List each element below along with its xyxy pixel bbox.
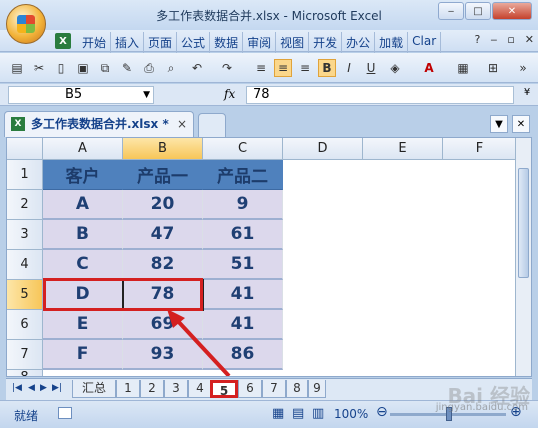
tab-list-icon[interactable]: ▼ (490, 115, 508, 133)
close-button[interactable]: ✕ (492, 2, 532, 20)
page-layout-icon[interactable]: ▤ (292, 406, 304, 421)
menu-page[interactable]: 页面 (144, 32, 178, 53)
menu-addins[interactable]: 加载 (375, 32, 409, 53)
name-box-value: B5 (65, 87, 83, 102)
quick-toolbar: ▤ ✂ ▯ ▣ ⧉ ✎ ⎙ ⌕ ↶ ↷ ≡ ≡ ≡ B I U ◈ A ▦ ⊞ … (0, 53, 538, 83)
title-bar: 多工作表数据合并.xlsx - Microsoft Excel ‒ □ ✕ (0, 0, 538, 30)
borders-icon[interactable]: ▦ (454, 59, 472, 77)
expand-formula-icon[interactable]: ¥ (520, 87, 534, 103)
save-icon[interactable]: ▣ (74, 59, 92, 77)
minimize-button[interactable]: ‒ (438, 2, 464, 20)
help-icon[interactable]: ? (474, 33, 480, 46)
formula-bar: B5 ▼ fx 78 ¥ (0, 84, 538, 106)
maximize-button[interactable]: □ (465, 2, 491, 20)
excel-file-icon: X (11, 117, 25, 131)
sheet-tab-4[interactable]: 4 (188, 380, 212, 398)
watermark-url: jingyan.baidu.com (435, 402, 528, 413)
next-sheet-icon[interactable]: ▶ (40, 383, 47, 393)
vertical-scrollbar[interactable] (515, 138, 531, 376)
ribbon-close-icon[interactable]: ✕ (525, 33, 534, 46)
menu-formulas[interactable]: 公式 (177, 32, 211, 53)
window-controls: ‒ □ ✕ (437, 2, 532, 20)
undo-icon[interactable]: ↶ (188, 59, 206, 77)
menu-review[interactable]: 审阅 (243, 32, 277, 53)
merge-cells-icon[interactable]: ⊞ (484, 59, 502, 77)
pointer-arrow-icon (167, 309, 231, 376)
prev-sheet-icon[interactable]: ◀ (28, 383, 35, 393)
print-preview-icon[interactable]: ⌕ (162, 59, 180, 77)
sheet-tab-5[interactable]: 5 (210, 380, 238, 398)
name-box[interactable]: B5 ▼ (8, 86, 154, 104)
office-button[interactable] (6, 4, 46, 44)
formula-input[interactable]: 78 (246, 86, 514, 104)
scrollbar-thumb[interactable] (518, 168, 529, 278)
document-tab-label: 多工作表数据合并.xlsx * (31, 117, 169, 131)
align-center-icon[interactable]: ≡ (274, 59, 292, 77)
menu-home[interactable]: 开始 (78, 32, 112, 53)
menu-list: 开始 插入 页面 公式 数据 审阅 视图 开发 办公 加载 Clar (78, 32, 442, 53)
page-break-icon[interactable]: ▥ (312, 406, 324, 421)
chevron-down-icon[interactable]: ▼ (143, 87, 150, 103)
bold-button[interactable]: B (318, 59, 336, 77)
document-tabs: X 多工作表数据合并.xlsx * × ▼ ✕ (0, 107, 538, 137)
sheet-tab-1[interactable]: 1 (116, 380, 140, 398)
last-sheet-icon[interactable]: ▶| (52, 383, 62, 393)
brush-icon[interactable]: ✎ (118, 59, 136, 77)
font-color-icon[interactable]: A (420, 59, 438, 77)
ribbon-minimize-icon[interactable]: ‒ (490, 33, 497, 46)
worksheet-grid[interactable]: A B C D E F 1 2 3 4 5 6 7 8 客户 产品一 产品二 A… (6, 137, 532, 377)
underline-button[interactable]: U (362, 59, 380, 77)
redo-icon[interactable]: ↷ (218, 59, 236, 77)
toolbar-more-icon[interactable]: » (514, 59, 532, 77)
menu-view[interactable]: 视图 (276, 32, 310, 53)
status-ready: 就绪 (14, 409, 39, 423)
sheet-tab-8[interactable]: 8 (286, 380, 308, 398)
document-tab[interactable]: X 多工作表数据合并.xlsx * × (4, 111, 194, 137)
fill-color-icon[interactable]: ◈ (386, 59, 404, 77)
menu-office[interactable]: 办公 (342, 32, 376, 53)
ribbon-controls: ? ‒ ▫ ✕ (474, 33, 534, 46)
copy-icon[interactable]: ⧉ (96, 59, 114, 77)
sheet-tab-9[interactable]: 9 (308, 380, 326, 398)
tab-close-all-icon[interactable]: ✕ (512, 115, 530, 133)
print-icon[interactable]: ⎙ (140, 59, 158, 77)
fx-icon[interactable]: fx (224, 87, 235, 101)
first-sheet-icon[interactable]: |◀ (12, 383, 22, 393)
align-right-icon[interactable]: ≡ (296, 59, 314, 77)
tab-close-icon[interactable]: × (177, 112, 187, 136)
menu-insert[interactable]: 插入 (111, 32, 145, 53)
office-logo-icon (17, 15, 35, 33)
menu-bar: X 开始 插入 页面 公式 数据 审阅 视图 开发 办公 加载 Clar ? ‒… (0, 30, 538, 53)
menu-developer[interactable]: 开发 (309, 32, 343, 53)
cut-icon[interactable]: ✂ (30, 59, 48, 77)
new-file-icon[interactable]: ▯ (52, 59, 70, 77)
new-tab-button[interactable] (198, 113, 226, 137)
sheet-tab-summary[interactable]: 汇总 (72, 380, 116, 398)
ribbon-restore-icon[interactable]: ▫ (507, 33, 514, 46)
zoom-level[interactable]: 100% (334, 407, 368, 421)
menu-data[interactable]: 数据 (210, 32, 244, 53)
align-left-icon[interactable]: ≡ (252, 59, 270, 77)
menu-clar[interactable]: Clar (408, 32, 442, 53)
format-painter-icon[interactable]: ▤ (8, 59, 26, 77)
normal-view-icon[interactable]: ▦ (272, 406, 284, 421)
sheet-tab-3[interactable]: 3 (164, 380, 188, 398)
zoom-out-icon[interactable]: ⊖ (376, 404, 388, 420)
italic-button[interactable]: I (340, 59, 358, 77)
macro-record-icon[interactable] (58, 407, 72, 419)
sheet-tab-6[interactable]: 6 (238, 380, 262, 398)
sheet-tab-2[interactable]: 2 (140, 380, 164, 398)
excel-icon: X (55, 33, 71, 49)
sheet-tab-7[interactable]: 7 (262, 380, 286, 398)
